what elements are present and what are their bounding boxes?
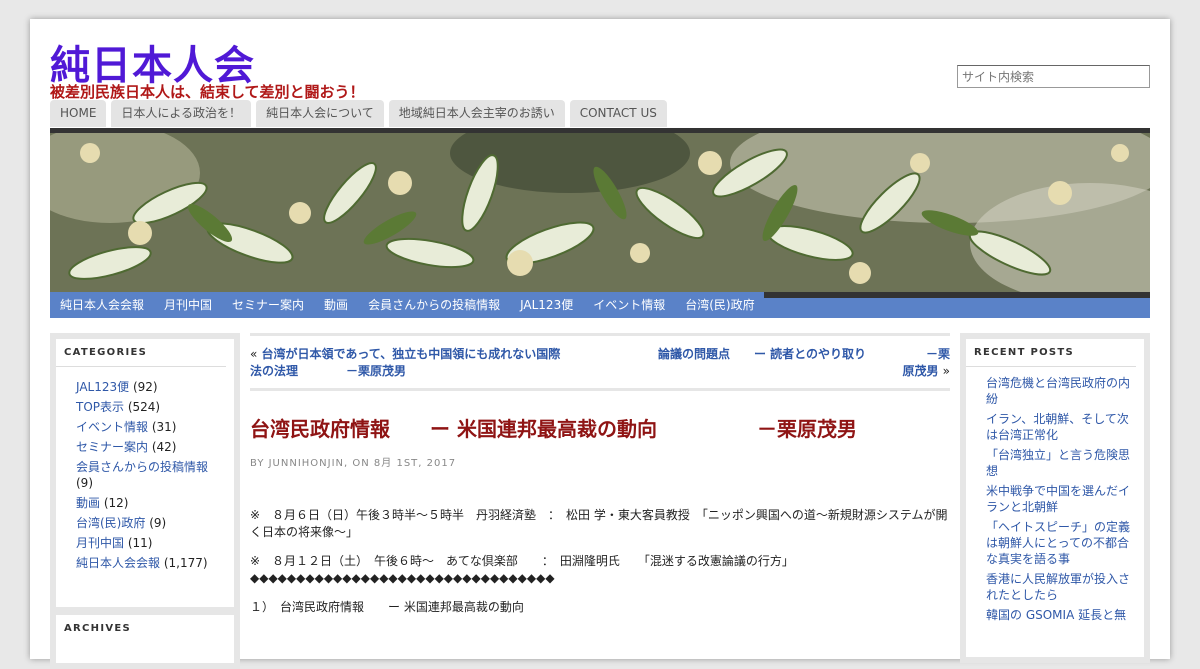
- cat-nav-events[interactable]: イベント情報: [583, 292, 675, 318]
- post-navigation: « 台湾が日本領であって、独立も中国領にも成れない国際法の法理 －栗原茂男 論議…: [250, 333, 950, 391]
- category-item: 台湾(民)政府 (9): [76, 513, 234, 533]
- recent-posts-list: 台湾危機と台湾民政府の内紛 イラン、北朝鮮、そして次は台湾正常化 「台湾独立」と…: [966, 367, 1144, 623]
- main-content: « 台湾が日本領であって、独立も中国領にも成れない国際法の法理 －栗原茂男 論議…: [250, 333, 950, 628]
- category-count: (1,177): [163, 556, 208, 570]
- cat-nav-monthly-china[interactable]: 月刊中国: [154, 292, 222, 318]
- archives-widget: ARCHIVES: [50, 609, 240, 669]
- top-navigation: HOME 日本人による政治を！ 純日本人会について 地域純日本人会主宰のお誘い …: [50, 100, 672, 127]
- next-post-title-line2: 原茂男: [902, 364, 939, 378]
- category-item: 動画 (12): [76, 493, 234, 513]
- category-link[interactable]: 台湾(民)政府: [76, 516, 145, 530]
- category-link[interactable]: 会員さんからの投稿情報: [76, 460, 208, 474]
- site-description: 被差別民族日本人は、結束して差別と闘おう！: [50, 83, 365, 101]
- category-item: 純日本人会会報 (1,177): [76, 553, 234, 573]
- cat-nav-video[interactable]: 動画: [314, 292, 358, 318]
- nav-tab-home[interactable]: HOME: [50, 100, 107, 127]
- cat-nav-taiwan[interactable]: 台湾(民)政府: [675, 292, 764, 318]
- recent-post-link[interactable]: 台湾危機と台湾民政府の内紛: [986, 375, 1136, 407]
- category-link[interactable]: JAL123便: [76, 380, 129, 394]
- previous-post-link[interactable]: « 台湾が日本領であって、独立も中国領にも成れない国際法の法理 －栗原茂男: [250, 346, 610, 380]
- recent-post-link[interactable]: 韓国の GSOMIA 延長と無: [986, 607, 1136, 623]
- category-item: JAL123便 (92): [76, 377, 234, 397]
- previous-post-title-line1: 台湾が日本領であって、独立も中国領にも成れない国際: [261, 347, 561, 361]
- post-title[interactable]: 台湾民政府情報 ー 米国連邦最高裁の動向 －栗原茂男: [250, 413, 950, 442]
- previous-post-title-line2: 法の法理 －栗原茂男: [250, 364, 407, 378]
- header-banner-image: [50, 133, 1150, 294]
- category-item: 月刊中国 (11): [76, 533, 234, 553]
- recent-post-link[interactable]: 「台湾独立」と言う危険思想: [986, 447, 1136, 479]
- post-paragraph: １） 台湾民政府情報 ー 米国連邦最高裁の動向: [250, 600, 524, 614]
- post-byline: BY JUNNIHONJIN, ON 8月 1ST, 2017: [250, 458, 457, 469]
- recent-post-link[interactable]: 米中戦争で中国を選んだイランと北朝鮮: [986, 483, 1136, 515]
- post-paragraph: ※ ８月６日（日）午後３時半～５時半 丹羽経済塾 ： 松田 学・東大客員教授 「…: [250, 508, 948, 539]
- post-paragraph: ※ ８月１２日（土） 午後６時～ あてな倶楽部 ： 田淵隆明氏 「混迷する改憲論…: [250, 554, 794, 585]
- recent-post-link[interactable]: 「ヘイトスピーチ」の定義は朝鮮人にとっての不都合な真実を語る事: [986, 519, 1136, 567]
- category-count: (12): [103, 496, 129, 510]
- nav-tab-politics[interactable]: 日本人による政治を！: [111, 100, 252, 127]
- category-item: セミナー案内 (42): [76, 437, 234, 457]
- cat-nav-member-posts[interactable]: 会員さんからの投稿情報: [358, 292, 510, 318]
- categories-widget: CATEGORIES JAL123便 (92) TOP表示 (524) イベント…: [50, 333, 240, 613]
- category-count: (92): [132, 380, 158, 394]
- category-link[interactable]: 月刊中国: [76, 536, 124, 550]
- category-count: (42): [151, 440, 177, 454]
- cat-nav-kaiho[interactable]: 純日本人会会報: [50, 292, 154, 318]
- category-link[interactable]: イベント情報: [76, 420, 148, 434]
- nav-tab-regional[interactable]: 地域純日本人会主宰のお誘い: [388, 100, 565, 127]
- recent-posts-widget-title: RECENT POSTS: [966, 339, 1136, 367]
- category-count: (11): [127, 536, 153, 550]
- category-link[interactable]: TOP表示: [76, 400, 124, 414]
- archives-widget-title: ARCHIVES: [64, 623, 132, 634]
- category-link[interactable]: セミナー案内: [76, 440, 148, 454]
- recent-post-link[interactable]: イラン、北朝鮮、そして次は台湾正常化: [986, 411, 1136, 443]
- category-item: イベント情報 (31): [76, 417, 234, 437]
- category-count: (9): [149, 516, 167, 530]
- search-input[interactable]: [957, 65, 1150, 88]
- next-post-title-line1: 論議の問題点 ー 読者とのやり取り －栗: [657, 347, 950, 361]
- recent-posts-widget: RECENT POSTS 台湾危機と台湾民政府の内紛 イラン、北朝鮮、そして次は…: [960, 333, 1150, 663]
- category-item: 会員さんからの投稿情報 (9): [76, 459, 234, 491]
- post-body: ※ ８月６日（日）午後３時半～５時半 丹羽経済塾 ： 松田 学・東大客員教授 「…: [250, 507, 950, 616]
- recent-post-link[interactable]: 香港に人民解放軍が投入されたとしたら: [986, 571, 1136, 603]
- category-count: (31): [151, 420, 177, 434]
- cat-nav-jal123[interactable]: JAL123便: [510, 292, 583, 318]
- next-post-link[interactable]: 論議の問題点 ー 読者とのやり取り －栗原茂男 »: [620, 346, 950, 380]
- nav-tab-about[interactable]: 純日本人会について: [256, 100, 384, 127]
- category-count: (9): [76, 476, 93, 490]
- category-link[interactable]: 純日本人会会報: [76, 556, 160, 570]
- category-item: TOP表示 (524): [76, 397, 234, 417]
- previous-arrow: «: [250, 347, 258, 361]
- next-arrow: »: [942, 364, 950, 378]
- category-link[interactable]: 動画: [76, 496, 100, 510]
- category-list: JAL123便 (92) TOP表示 (524) イベント情報 (31) セミナ…: [56, 367, 234, 573]
- categories-widget-title: CATEGORIES: [56, 339, 226, 367]
- category-nav-dark-strip: [764, 292, 1150, 298]
- category-count: (524): [127, 400, 161, 414]
- page-container: 純日本人会 被差別民族日本人は、結束して差別と闘おう！ HOME 日本人による政…: [30, 19, 1170, 669]
- category-navigation: 純日本人会会報 月刊中国 セミナー案内 動画 会員さんからの投稿情報 JAL12…: [50, 292, 1150, 318]
- nav-tab-contact[interactable]: CONTACT US: [569, 100, 667, 127]
- cat-nav-seminar[interactable]: セミナー案内: [222, 292, 314, 318]
